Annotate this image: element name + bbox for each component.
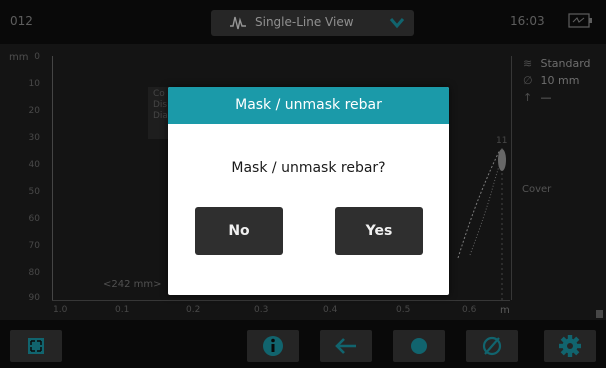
mask-rebar-dialog: Mask / unmask rebar Mask / unmask rebar?… [168,87,449,295]
yes-button[interactable]: Yes [335,207,423,255]
dialog-message: Mask / unmask rebar? [231,160,386,176]
no-button[interactable]: No [195,207,283,255]
dialog-title: Mask / unmask rebar [168,87,449,124]
